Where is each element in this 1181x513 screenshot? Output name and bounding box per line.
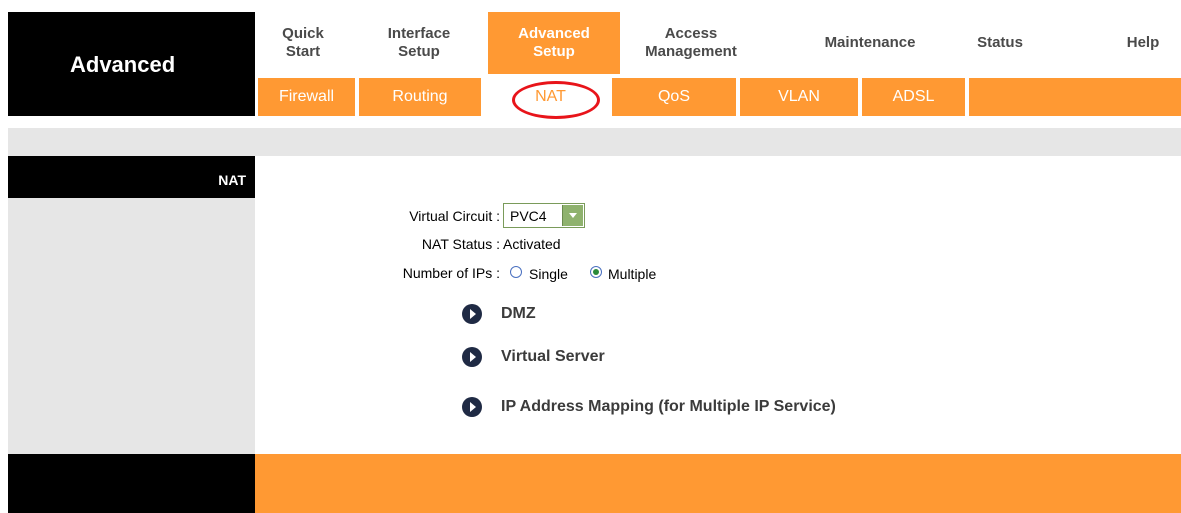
subnav-firewall[interactable]: Firewall (258, 78, 355, 116)
sub-nav: Firewall Routing NAT QoS VLAN ADSL (255, 74, 1181, 116)
virtual-circuit-label: Virtual Circuit : (409, 208, 500, 224)
nav-interface-setup[interactable]: Interface Setup (351, 12, 487, 74)
subnav-adsl[interactable]: ADSL (862, 78, 965, 116)
main-nav: Quick Start Interface Setup Advanced Setup … (255, 12, 1181, 74)
radio-multiple[interactable] (590, 266, 602, 278)
brand-block: Advanced (8, 12, 255, 116)
separator-bar (8, 128, 1181, 156)
arrow-right-icon (462, 304, 482, 324)
nat-status-value: Activated (503, 236, 561, 252)
radio-single[interactable] (510, 266, 522, 278)
link-dmz[interactable]: DMZ (462, 303, 536, 325)
nat-status-label: NAT Status : (421, 236, 500, 252)
nav-access-management[interactable]: Access Management (620, 12, 762, 74)
brand-title: Advanced (70, 52, 176, 77)
nav-quick-start[interactable]: Quick Start (255, 12, 351, 74)
nav-help[interactable]: Help (1105, 12, 1181, 74)
link-virtual-server[interactable]: Virtual Server (462, 346, 605, 368)
nav-advanced-setup[interactable]: Advanced Setup (488, 12, 620, 74)
subnav-filler (969, 78, 1181, 116)
section-title: NAT (218, 172, 246, 188)
virtual-circuit-select[interactable]: PVC4 (503, 203, 585, 228)
subnav-routing[interactable]: Routing (359, 78, 481, 116)
section-header: NAT (8, 156, 255, 198)
nav-maintenance[interactable]: Maintenance (795, 12, 945, 74)
footer-left (8, 454, 255, 513)
subnav-qos[interactable]: QoS (612, 78, 736, 116)
link-ip-address-mapping[interactable]: IP Address Mapping (for Multiple IP Serv… (462, 396, 836, 418)
chevron-down-icon[interactable] (562, 205, 583, 226)
radio-single-label: Single (529, 266, 568, 282)
footer-bar (255, 454, 1181, 513)
highlight-circle (512, 81, 600, 119)
number-of-ips-label: Number of IPs : (402, 265, 500, 281)
virtual-circuit-value: PVC4 (510, 208, 547, 224)
arrow-right-icon (462, 397, 482, 417)
left-panel (8, 156, 255, 454)
subnav-vlan[interactable]: VLAN (740, 78, 858, 116)
nav-status[interactable]: Status (950, 12, 1050, 74)
radio-multiple-label: Multiple (608, 266, 657, 282)
arrow-right-icon (462, 347, 482, 367)
